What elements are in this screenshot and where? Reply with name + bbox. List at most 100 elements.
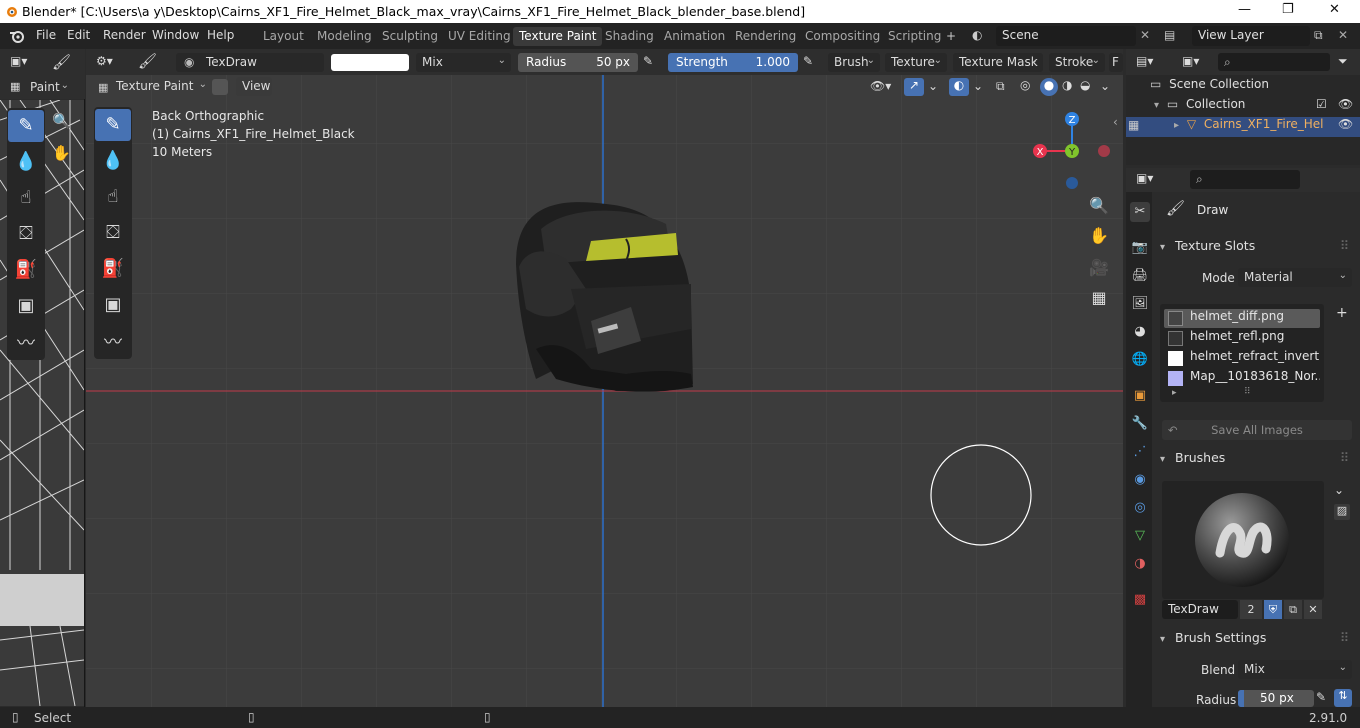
tool-tab-icon[interactable]: ✂ bbox=[1130, 202, 1150, 222]
outliner-object-row[interactable]: ▦ ▸ ▽ Cairns_XF1_Fire_Hel 👁 bbox=[1126, 117, 1360, 137]
outliner-search[interactable]: ⌕ bbox=[1218, 53, 1330, 71]
shading-wireframe-icon[interactable]: ◎ bbox=[1020, 78, 1030, 92]
perspective-toggle-icon[interactable]: ▦ bbox=[1086, 285, 1112, 311]
overlay-toggle-icon[interactable]: ◐ bbox=[949, 78, 969, 96]
menu-help[interactable]: Help bbox=[207, 28, 234, 42]
blender-menu-icon[interactable] bbox=[9, 28, 25, 44]
radius-slider[interactable]: Radius 50 px bbox=[518, 53, 638, 72]
menu-stroke[interactable]: Stroke ⌄ bbox=[1049, 53, 1105, 72]
tab-modeling[interactable]: Modeling bbox=[311, 27, 378, 46]
tab-animation[interactable]: Animation bbox=[658, 27, 731, 46]
3d-viewport[interactable]: ⚙▾ 🖌 ◉ TexDraw Mix ⌄ Radius 50 px ✎ Strengt… bbox=[86, 49, 1123, 707]
strength-slider[interactable]: Strength 1.000 bbox=[668, 53, 798, 72]
fake-user-shield-icon[interactable]: ⛨ bbox=[1264, 600, 1282, 619]
world-tab-icon[interactable]: 🌐 bbox=[1130, 350, 1150, 370]
interaction-mode-selector[interactable]: Texture Paint ⌄ bbox=[110, 77, 212, 96]
data-tab-icon[interactable]: ▽ bbox=[1130, 526, 1150, 546]
unlink-brush-icon[interactable]: ✕ bbox=[1304, 600, 1322, 619]
soften-tool-icon[interactable]: 💧 bbox=[95, 145, 131, 177]
draw-tool-icon[interactable]: ✎ bbox=[95, 109, 131, 141]
uv-smear-tool-icon[interactable]: ☝ bbox=[8, 182, 44, 214]
texture-slot-item[interactable]: Map__10183618_Nor... bbox=[1164, 369, 1320, 388]
filter-icon[interactable]: ⏷ bbox=[1338, 54, 1348, 69]
tab-layout[interactable]: Layout bbox=[257, 27, 310, 46]
view-layer-selector[interactable]: View Layer bbox=[1192, 26, 1310, 46]
view-menu[interactable]: View bbox=[236, 77, 272, 96]
shading-material-icon[interactable]: ◑ bbox=[1062, 78, 1072, 92]
uv-clone-tool-icon[interactable]: ⛋ bbox=[8, 218, 44, 250]
tab-texture-paint[interactable]: Texture Paint bbox=[513, 27, 603, 46]
save-all-images-button[interactable]: ↶ Save All Images bbox=[1162, 420, 1352, 440]
editor-type-icon[interactable]: ▣▾ bbox=[10, 54, 27, 68]
scene-tab-icon[interactable]: ◕ bbox=[1130, 322, 1150, 342]
scene-icon[interactable]: ◐ bbox=[972, 28, 982, 42]
collection-checkbox[interactable]: ☑ bbox=[1316, 97, 1327, 111]
texture-tab-icon[interactable]: ▩ bbox=[1130, 590, 1150, 610]
view-layer-copy-icon[interactable]: ⧉ bbox=[1314, 28, 1323, 43]
tab-sculpting[interactable]: Sculpting bbox=[376, 27, 444, 46]
brush-datablock-name[interactable]: TexDraw bbox=[1162, 600, 1238, 619]
close-window-button[interactable]: ✕ bbox=[1329, 2, 1340, 17]
physics-tab-icon[interactable]: ◉ bbox=[1130, 470, 1150, 490]
xray-toggle-icon[interactable]: ⧉ bbox=[996, 79, 1005, 94]
zoom-view-icon[interactable]: 🔍 bbox=[1086, 193, 1112, 219]
view-layer-close-icon[interactable]: ✕ bbox=[1338, 28, 1348, 42]
strength-pressure-icon[interactable]: ✎ bbox=[803, 54, 813, 68]
uv-pan-icon[interactable]: ✋ bbox=[52, 144, 71, 162]
face-mask-toggle-icon[interactable] bbox=[212, 79, 228, 95]
properties-search[interactable]: ⌕ bbox=[1190, 170, 1300, 189]
uv-fill-tool-icon[interactable]: ⛽ bbox=[8, 254, 44, 286]
uv-draw-tool-icon[interactable]: ✎ bbox=[8, 110, 44, 142]
tab-compositing[interactable]: Compositing bbox=[799, 27, 886, 46]
blend-mode-selector[interactable]: Mix ⌄ bbox=[416, 53, 511, 72]
texture-slot-item[interactable]: helmet_diff.png bbox=[1164, 309, 1320, 328]
uv-mask-tool-icon[interactable]: ▣ bbox=[8, 290, 44, 322]
object-visibility-icon[interactable]: 👁 bbox=[1338, 117, 1353, 131]
tab-uv-editing[interactable]: UV Editing bbox=[442, 27, 517, 46]
expand-icon[interactable]: ▸ bbox=[1174, 120, 1179, 131]
shading-solid-icon[interactable]: ● bbox=[1040, 78, 1058, 96]
radius-unit-toggle-icon[interactable]: ⇅ bbox=[1334, 689, 1352, 707]
minimize-button[interactable]: — bbox=[1238, 2, 1251, 17]
brush-radius-slider[interactable]: 50 px bbox=[1238, 690, 1314, 707]
paint-mode-selector[interactable]: Paint ⌄ bbox=[24, 78, 74, 97]
add-workspace-button[interactable]: + bbox=[940, 27, 962, 46]
outliner-scene-collection[interactable]: ▭ Scene Collection bbox=[1126, 77, 1360, 97]
output-tab-icon[interactable]: 🖨 bbox=[1130, 266, 1150, 286]
visibility-icon[interactable]: 👁▾ bbox=[870, 79, 891, 93]
drag-handle-icon[interactable]: ⠿ bbox=[1340, 630, 1349, 645]
menu-brush[interactable]: Brush ⌄ bbox=[828, 53, 880, 72]
menu-file[interactable]: File bbox=[36, 28, 56, 42]
texture-slots-panel-header[interactable]: ▾ Texture Slots ⠿ bbox=[1156, 238, 1360, 260]
radius-pressure-icon[interactable]: ✎ bbox=[643, 54, 653, 68]
object-tab-icon[interactable]: ▣ bbox=[1130, 386, 1150, 406]
uv-zoom-icon[interactable]: 🔍 bbox=[52, 112, 71, 130]
expand-icon[interactable]: ▾ bbox=[1154, 100, 1159, 111]
add-slot-button[interactable]: + bbox=[1336, 305, 1348, 321]
gizmo-dropdown-icon[interactable]: ⌄ bbox=[928, 79, 938, 93]
collection-visibility-icon[interactable]: 👁 bbox=[1338, 97, 1353, 111]
material-tab-icon[interactable]: ◑ bbox=[1130, 554, 1150, 574]
list-resize-handle[interactable]: ⠿ bbox=[1244, 387, 1251, 397]
shading-dropdown-icon[interactable]: ⌄ bbox=[1100, 79, 1110, 93]
duplicate-brush-icon[interactable]: ⧉ bbox=[1284, 600, 1302, 619]
brush-settings-panel-header[interactable]: ▾ Brush Settings ⠿ bbox=[1156, 630, 1360, 652]
particles-tab-icon[interactable]: ⋰ bbox=[1130, 442, 1150, 462]
scene-selector[interactable]: Scene bbox=[996, 26, 1136, 46]
brush-image-icon[interactable]: ▨ bbox=[1334, 504, 1350, 520]
gizmo-toggle-icon[interactable]: ↗ bbox=[904, 78, 924, 96]
brush-users-count[interactable]: 2 bbox=[1240, 600, 1262, 619]
properties-editor-type-icon[interactable]: ▣▾ bbox=[1136, 171, 1153, 185]
brush-name-field[interactable]: ◉ TexDraw bbox=[176, 53, 324, 72]
outliner-collection[interactable]: ▾ ▭ Collection ☑ 👁 bbox=[1126, 97, 1360, 117]
constraints-tab-icon[interactable]: ◎ bbox=[1130, 498, 1150, 518]
brush-color-swatch[interactable] bbox=[331, 54, 409, 71]
clone-tool-icon[interactable]: ⛋ bbox=[95, 217, 131, 249]
tab-shading[interactable]: Shading bbox=[599, 27, 660, 46]
uv-soften-tool-icon[interactable]: 💧 bbox=[8, 146, 44, 178]
menu-render[interactable]: Render bbox=[103, 28, 146, 42]
render-tab-icon[interactable]: 📷 bbox=[1130, 238, 1150, 258]
texture-slot-item[interactable]: helmet_refract_invert.p... bbox=[1164, 349, 1320, 368]
pan-view-icon[interactable]: ✋ bbox=[1086, 223, 1112, 249]
tab-scripting[interactable]: Scripting bbox=[882, 27, 947, 46]
